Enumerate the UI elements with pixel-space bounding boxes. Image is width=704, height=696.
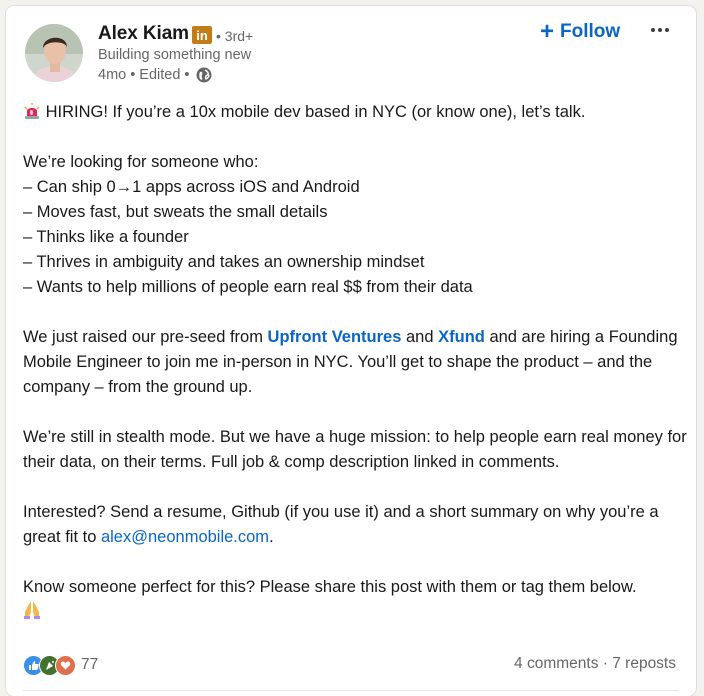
list-item: – Moves fast, but sweats the small detai… [23,203,328,221]
post-body: HIRING! If you’re a 10x mobile dev based… [23,100,687,625]
upfront-ventures-link[interactable]: Upfront Ventures [268,328,402,346]
svg-text:in: in [196,28,208,43]
funding-paragraph: We just raised our pre-seed from Upfront… [23,328,678,396]
reaction-count: 77 [81,656,99,673]
rotating-light-icon [24,103,40,119]
list-item: – Can ship 0→1 apps across iOS and Andro… [23,178,360,196]
linkedin-premium-icon: in [192,26,212,44]
list-item: – Wants to help millions of people earn … [23,278,473,296]
post-intro: HIRING! If you’re a 10x mobile dev based… [23,100,687,125]
list-item: – Thinks like a founder [23,228,189,246]
apply-paragraph: Interested? Send a resume, Github (if yo… [23,503,659,546]
more-options-button[interactable] [648,18,672,42]
looking-for-heading: We’re looking for someone who: [23,153,259,171]
author-name[interactable]: Alex Kiam [98,23,189,45]
reposts-count[interactable]: 7 reposts [612,655,676,672]
xfund-link[interactable]: Xfund [438,328,485,346]
reactions-summary[interactable]: 77 [23,654,98,676]
share-paragraph: Know someone perfect for this? Please sh… [23,578,637,596]
follow-button[interactable]: + Follow [540,18,620,46]
comments-count[interactable]: 4 comments [514,655,598,672]
post-meta: 4mo • Edited • [98,67,212,83]
more-icon [651,28,655,32]
list-item: – Thrives in ambiguity and takes an owne… [23,253,425,271]
author-headline: Building something new [98,47,252,63]
post-card: Alex Kiam in • 3rd+ Building something n… [6,6,696,696]
mission-paragraph: We’re still in stealth mode. But we have… [23,428,687,471]
plus-icon: + [540,18,555,45]
follow-label: Follow [560,21,621,42]
avatar[interactable] [25,24,83,82]
edited-label: Edited [139,67,181,83]
globe-icon [196,67,211,83]
engagement-stats: 4 comments · 7 reposts [514,655,676,672]
email-link[interactable]: alex@neonmobile.com [101,528,269,546]
love-icon [55,654,76,676]
post-time: 4mo [98,67,127,83]
folded-hands-icon [24,602,40,619]
connection-degree: • 3rd+ [216,28,254,44]
divider [23,690,679,691]
